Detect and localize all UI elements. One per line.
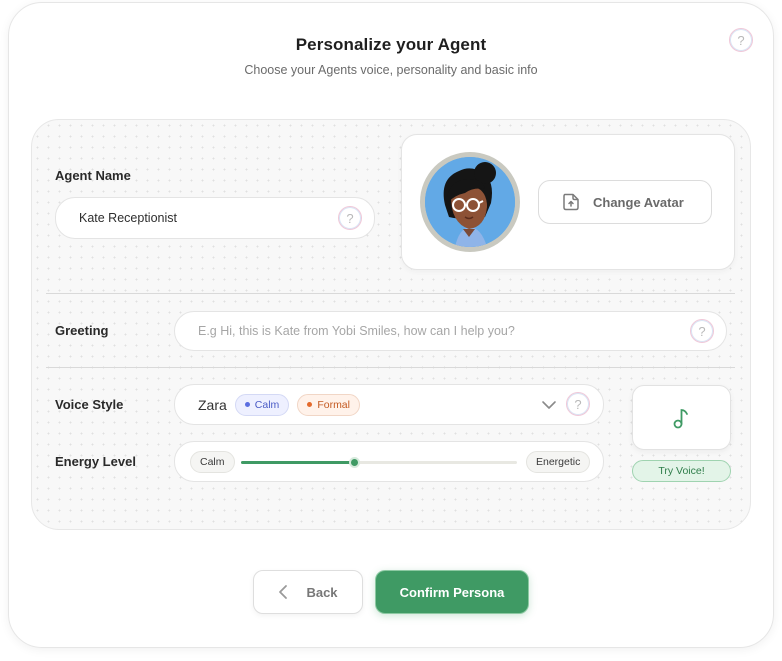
- voice-style-select[interactable]: Zara Calm Formal ?: [174, 384, 604, 425]
- energy-min-label: Calm: [190, 450, 235, 473]
- selected-voice: Zara: [198, 396, 227, 413]
- agent-name-value: Kate Receptionist: [79, 211, 177, 225]
- voice-style-label: Voice Style: [55, 397, 124, 412]
- greeting-help-icon[interactable]: ?: [690, 319, 714, 343]
- page-title: Personalize your Agent: [295, 35, 487, 54]
- slider-fill: [241, 461, 355, 464]
- agent-name-field[interactable]: Kate Receptionist ?: [55, 197, 375, 239]
- page-subtitle: Choose your Agents voice, personality an…: [244, 63, 538, 77]
- greeting-input[interactable]: E.g Hi, this is Kate from Yobi Smiles, h…: [174, 311, 727, 351]
- chevron-left-icon: [279, 585, 288, 599]
- energy-max-label: Energetic: [526, 450, 591, 473]
- voice-style-help-icon[interactable]: ?: [566, 392, 590, 416]
- energy-level-label: Energy Level: [55, 454, 136, 469]
- back-label: Back: [306, 584, 338, 600]
- energy-level-slider[interactable]: Calm Energetic: [174, 441, 604, 482]
- change-avatar-label: Change Avatar: [593, 194, 684, 210]
- greeting-label: Greeting: [55, 323, 109, 338]
- section-divider: [46, 293, 735, 294]
- voice-tag-formal: Formal: [297, 393, 360, 416]
- chevron-down-icon[interactable]: [541, 399, 557, 411]
- agent-avatar-illustration: [425, 157, 515, 247]
- agent-name-label: Agent Name: [55, 168, 131, 183]
- sticker-upload-icon: [563, 193, 579, 211]
- avatar: [420, 152, 520, 252]
- back-button[interactable]: Back: [253, 570, 363, 614]
- slider-thumb[interactable]: [348, 457, 360, 468]
- greeting-placeholder: E.g Hi, this is Kate from Yobi Smiles, h…: [198, 324, 515, 338]
- voice-tag-calm: Calm: [234, 393, 290, 416]
- try-voice-button[interactable]: Try Voice!: [632, 460, 731, 482]
- voice-preview-card[interactable]: [632, 385, 731, 450]
- avatar-card: Change Avatar: [401, 134, 735, 270]
- confirm-persona-button[interactable]: Confirm Persona: [375, 570, 529, 614]
- agent-name-help-icon[interactable]: ?: [338, 206, 362, 230]
- change-avatar-button[interactable]: Change Avatar: [538, 180, 712, 224]
- section-divider: [46, 367, 735, 368]
- music-note-icon: [673, 408, 688, 428]
- slider-track[interactable]: [241, 457, 517, 468]
